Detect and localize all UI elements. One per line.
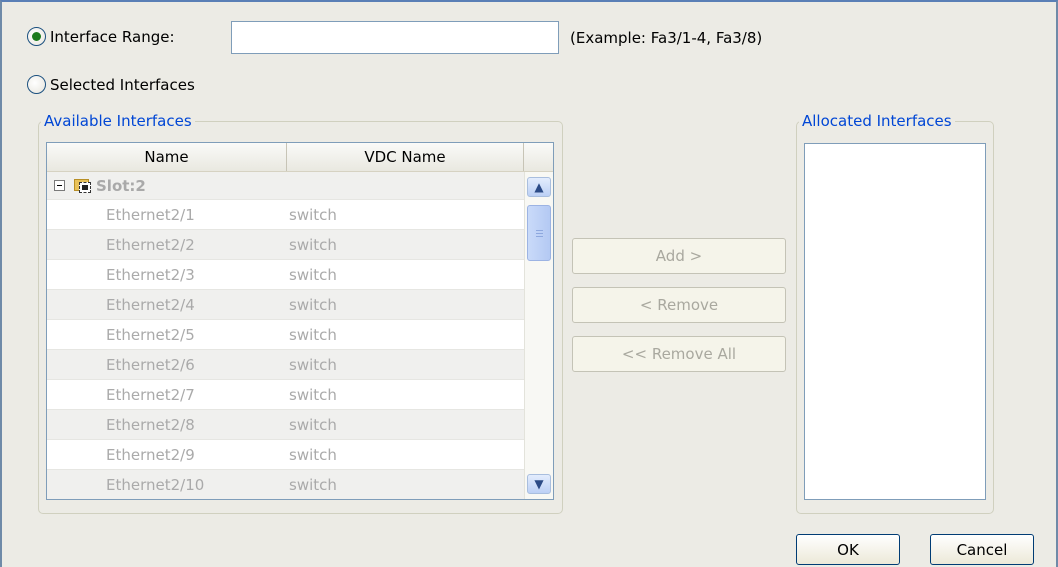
vdc-name-cell: switch [289, 235, 337, 254]
table-row[interactable]: Ethernet2/1 switch [47, 200, 524, 230]
scroll-down-arrow-icon[interactable]: ▼ [527, 474, 551, 494]
scroll-up-arrow-icon[interactable]: ▲ [527, 177, 551, 197]
interface-name-cell: Ethernet2/9 [106, 445, 195, 464]
vdc-name-cell: switch [289, 415, 337, 434]
add-button[interactable]: Add > [572, 238, 786, 274]
table-vertical-scrollbar[interactable]: ▲ ▼ [524, 172, 553, 499]
remove-all-button[interactable]: << Remove All [572, 336, 786, 372]
table-row[interactable]: Ethernet2/10 switch [47, 470, 524, 499]
column-header-name[interactable]: Name [47, 143, 287, 171]
table-row[interactable]: Ethernet2/3 switch [47, 260, 524, 290]
interface-name-cell: Ethernet2/4 [106, 295, 195, 314]
available-interfaces-table[interactable]: Name VDC Name Slot:2 Ethernet2/1 switch Et… [46, 142, 554, 500]
remove-button[interactable]: < Remove [572, 287, 786, 323]
selected-interfaces-label: Selected Interfaces [50, 75, 195, 94]
column-header-corner [524, 143, 553, 171]
cancel-button[interactable]: Cancel [930, 534, 1034, 565]
table-row[interactable]: Ethernet2/5 switch [47, 320, 524, 350]
slot-label: Slot:2 [96, 176, 146, 195]
table-body: Slot:2 Ethernet2/1 switch Ethernet2/2 switc… [47, 172, 524, 499]
table-row[interactable]: Ethernet2/7 switch [47, 380, 524, 410]
table-header: Name VDC Name [47, 143, 553, 172]
vdc-name-cell: switch [289, 355, 337, 374]
interface-name-cell: Ethernet2/8 [106, 415, 195, 434]
interface-selection-dialog: Interface Range: (Example: Fa3/1-4, Fa3/… [0, 0, 1058, 567]
table-row[interactable]: Ethernet2/9 switch [47, 440, 524, 470]
table-row[interactable]: Ethernet2/4 switch [47, 290, 524, 320]
selected-interfaces-option[interactable]: Selected Interfaces [27, 75, 195, 94]
table-row[interactable]: Ethernet2/6 switch [47, 350, 524, 380]
scrollbar-thumb[interactable] [527, 205, 551, 261]
vdc-name-cell: switch [289, 325, 337, 344]
interface-name-cell: Ethernet2/6 [106, 355, 195, 374]
available-interfaces-legend: Available Interfaces [44, 112, 192, 130]
interface-range-example: (Example: Fa3/1-4, Fa3/8) [570, 29, 763, 47]
interface-range-input[interactable] [231, 21, 559, 54]
allocated-interfaces-legend: Allocated Interfaces [802, 112, 952, 130]
vdc-name-cell: switch [289, 475, 337, 494]
interface-name-cell: Ethernet2/5 [106, 325, 195, 344]
interface-name-cell: Ethernet2/1 [106, 205, 195, 224]
column-header-vdc-name[interactable]: VDC Name [287, 143, 524, 171]
table-row[interactable]: Ethernet2/8 switch [47, 410, 524, 440]
tree-collapse-icon[interactable] [54, 180, 65, 191]
slot-tree-node[interactable]: Slot:2 [47, 172, 524, 200]
allocated-interfaces-list[interactable] [804, 143, 986, 500]
interface-name-cell: Ethernet2/10 [106, 475, 205, 494]
interface-name-cell: Ethernet2/7 [106, 385, 195, 404]
selected-interfaces-radio[interactable] [27, 75, 46, 94]
ok-button[interactable]: OK [796, 534, 900, 565]
vdc-name-cell: switch [289, 205, 337, 224]
vdc-name-cell: switch [289, 265, 337, 284]
interface-range-option[interactable]: Interface Range: [27, 27, 175, 46]
interface-name-cell: Ethernet2/2 [106, 235, 195, 254]
vdc-name-cell: switch [289, 295, 337, 314]
interface-range-label: Interface Range: [50, 27, 175, 46]
vdc-name-cell: switch [289, 445, 337, 464]
radio-selected-dot [32, 32, 41, 41]
slot-folder-icon [74, 177, 93, 194]
table-row[interactable]: Ethernet2/2 switch [47, 230, 524, 260]
interface-name-cell: Ethernet2/3 [106, 265, 195, 284]
interface-range-radio[interactable] [27, 27, 46, 46]
vdc-name-cell: switch [289, 385, 337, 404]
